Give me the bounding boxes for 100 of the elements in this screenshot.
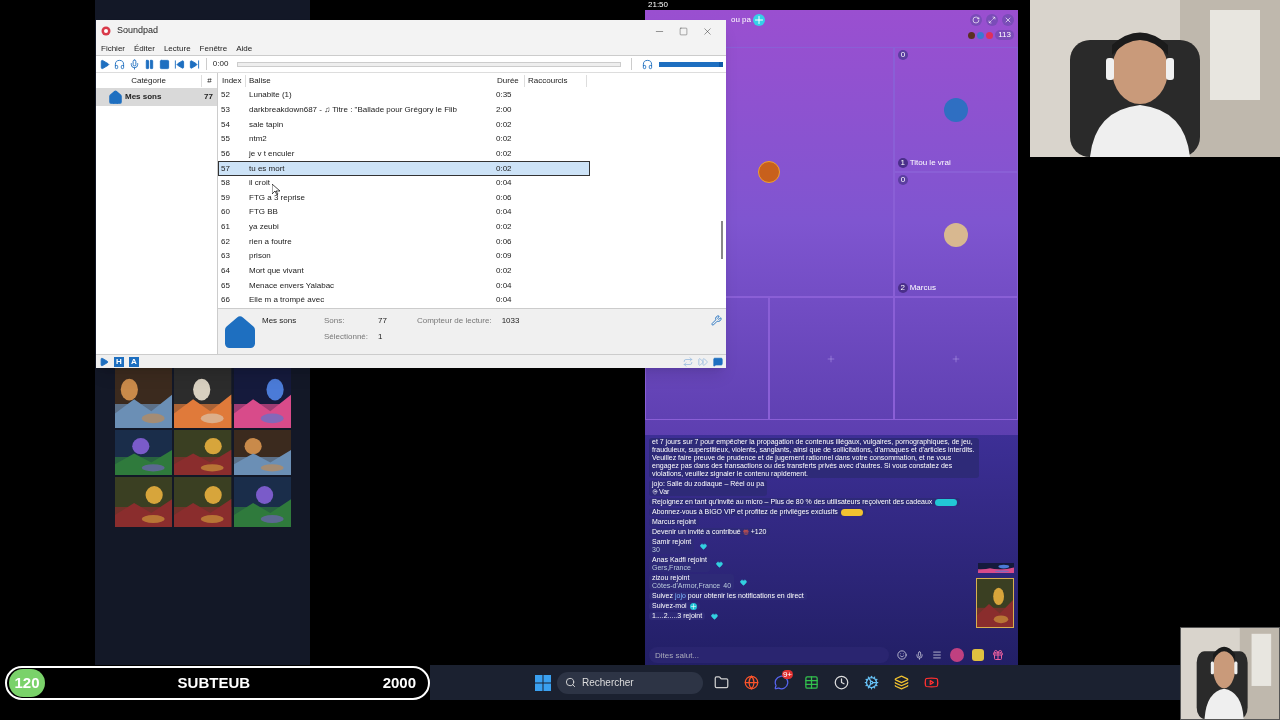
refresh-icon[interactable] bbox=[970, 14, 982, 26]
menu-icon[interactable] bbox=[932, 650, 942, 660]
table-cell-text: 53 bbox=[220, 103, 231, 116]
add-seat-icon bbox=[950, 353, 961, 364]
column-header[interactable]: Durée bbox=[494, 74, 524, 87]
headphones-icon[interactable] bbox=[642, 58, 654, 70]
table-cell-text: 2:00 bbox=[495, 103, 513, 116]
menu-item[interactable]: Fichier bbox=[101, 42, 125, 55]
table-row[interactable]: 62 rien a foutre 0:06 bbox=[218, 234, 590, 250]
table-row[interactable]: 59 FTG a 3 reprise 0:06 bbox=[218, 190, 590, 206]
category-item[interactable]: Mes sons 77 bbox=[96, 88, 217, 106]
table-cell-text: 57 bbox=[220, 162, 231, 175]
wave-icon[interactable] bbox=[700, 542, 708, 550]
table-cell-text: darkbreakdown687 - ♫ Titre : "Ballade pour Grégory le Flib bbox=[248, 103, 459, 116]
mode-button[interactable]: A bbox=[129, 356, 139, 367]
table-cell-text: 55 bbox=[220, 133, 231, 146]
viewer-count[interactable]: 113 bbox=[995, 30, 1014, 40]
gear-icon[interactable] bbox=[863, 675, 879, 690]
table-cell-text: 66 bbox=[220, 294, 231, 307]
wave-icon[interactable] bbox=[740, 578, 748, 586]
table-row[interactable]: 53 darkbreakdown687 - ♫ Titre : "Ballade pour Grégory le Flib 2:00 bbox=[218, 102, 590, 118]
action-pill[interactable] bbox=[935, 498, 958, 506]
table-cell-text: 0:02 bbox=[495, 221, 513, 234]
table-cell-text: 0:02 bbox=[495, 147, 513, 160]
volume-slider[interactable] bbox=[659, 61, 723, 67]
table-cell-text: 65 bbox=[220, 279, 231, 292]
room-title: ou pa bbox=[731, 14, 752, 26]
headphones-icon[interactable] bbox=[113, 58, 125, 70]
table-row[interactable]: 61 ya zeubi 0:02 bbox=[218, 219, 590, 235]
table-cell-text: 54 bbox=[220, 118, 231, 131]
table-row[interactable]: 60 FTG BB 0:04 bbox=[218, 205, 590, 220]
folder-icon[interactable] bbox=[713, 675, 729, 690]
chat-input[interactable]: Dites salut... bbox=[649, 647, 889, 663]
mic-icon[interactable] bbox=[128, 58, 140, 70]
table-row[interactable]: 55 ntm2 0:02 bbox=[218, 131, 590, 147]
chat-icon[interactable] bbox=[713, 356, 723, 367]
avatar bbox=[943, 97, 968, 122]
status-time: 21:50 bbox=[648, 0, 669, 10]
minimize-window-icon[interactable] bbox=[986, 14, 998, 26]
column-header[interactable]: Raccourcis bbox=[524, 74, 587, 87]
table-cell-text: Lunabite (1) bbox=[248, 89, 293, 102]
table-cell-text: 61 bbox=[220, 221, 231, 234]
close-icon[interactable] bbox=[1002, 14, 1014, 26]
emoji-icon[interactable] bbox=[897, 650, 907, 660]
layers-icon[interactable] bbox=[893, 675, 909, 690]
globe-icon[interactable] bbox=[743, 675, 759, 690]
table-row[interactable]: 65 Menace envers Yalabac 0:04 bbox=[218, 278, 590, 293]
chat-bubble-icon[interactable] bbox=[773, 675, 789, 690]
table-row[interactable]: 63 prison 0:09 bbox=[218, 249, 590, 264]
menu-item[interactable]: Lecture bbox=[163, 42, 191, 55]
menu-item[interactable]: Fenêtre bbox=[199, 42, 228, 55]
wave-icon[interactable] bbox=[715, 560, 723, 568]
table-row[interactable]: 52 Lunabite (1) 0:35 bbox=[218, 88, 590, 103]
search-field[interactable]: Rechercher bbox=[557, 671, 703, 694]
guest-name: Titou le vrai bbox=[909, 157, 951, 169]
table-cell-text: je v t enculer bbox=[248, 147, 296, 160]
add-icon[interactable] bbox=[753, 14, 766, 26]
windows-logo-icon[interactable] bbox=[535, 674, 551, 691]
next-icon[interactable] bbox=[188, 58, 200, 70]
notification-badge: 9+ bbox=[781, 669, 793, 679]
table-cell-text: 0:04 bbox=[495, 177, 513, 190]
stop-icon[interactable] bbox=[158, 58, 170, 70]
table-cell-text: 0:06 bbox=[495, 191, 513, 204]
column-header[interactable]: Index bbox=[218, 74, 245, 87]
pause-icon[interactable] bbox=[143, 58, 155, 70]
column-header[interactable]: # bbox=[201, 74, 217, 87]
wrench-icon[interactable] bbox=[711, 315, 722, 326]
menu-item[interactable]: Éditer bbox=[134, 42, 155, 55]
table-cell-text: 0:04 bbox=[495, 279, 513, 292]
mode-button[interactable]: H bbox=[114, 356, 124, 367]
column-header[interactable]: Catégorie bbox=[96, 74, 201, 87]
video-player-icon[interactable] bbox=[923, 675, 939, 690]
table-cell-text: 0:35 bbox=[495, 89, 513, 102]
wave-icon[interactable] bbox=[711, 612, 719, 620]
action-pill[interactable] bbox=[840, 508, 863, 516]
follow-icon[interactable] bbox=[689, 602, 697, 610]
play-icon[interactable] bbox=[99, 356, 109, 367]
spreadsheet-icon[interactable] bbox=[803, 675, 819, 690]
table-row[interactable]: 54 sale tapin 0:02 bbox=[218, 117, 590, 132]
close-icon[interactable] bbox=[702, 25, 713, 37]
house-icon bbox=[222, 315, 258, 351]
progress-track[interactable] bbox=[237, 61, 622, 67]
table-cell-text: 60 bbox=[220, 206, 231, 219]
table-row[interactable]: 66 Elle m a trompé avec 0:04 bbox=[218, 292, 590, 308]
gift-icon bbox=[742, 529, 749, 535]
gift-icon[interactable] bbox=[992, 649, 1004, 661]
menu-item[interactable]: Aide bbox=[236, 42, 253, 55]
column-header[interactable]: Balise bbox=[245, 74, 494, 87]
clock-icon[interactable] bbox=[833, 675, 849, 690]
previous-icon[interactable] bbox=[173, 58, 185, 70]
table-row[interactable]: 57 tu es mort 0:02 bbox=[218, 161, 590, 176]
goal-count: 120 bbox=[9, 669, 45, 697]
category-name: Mes sons bbox=[262, 315, 298, 327]
stat-label: Compteur de lecture: bbox=[416, 315, 492, 327]
table-row[interactable]: 56 je v t enculer 0:02 bbox=[218, 146, 590, 162]
table-row[interactable]: 64 Mort que vivant 0:02 bbox=[218, 263, 590, 279]
play-icon[interactable] bbox=[99, 58, 110, 70]
mic-icon[interactable] bbox=[915, 650, 924, 660]
game-avatar[interactable] bbox=[950, 648, 964, 662]
table-row[interactable]: 58 il croit 0:04 bbox=[218, 175, 590, 191]
